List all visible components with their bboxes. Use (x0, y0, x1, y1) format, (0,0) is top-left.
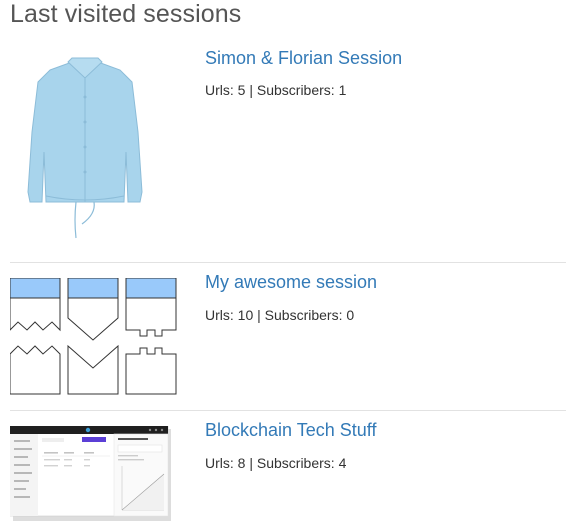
urls-count: Urls: 5 (205, 82, 246, 98)
session-title-link[interactable]: Simon & Florian Session (205, 48, 402, 69)
jacket-image (27, 57, 143, 239)
session-thumbnail[interactable] (9, 277, 180, 398)
dashboard-screenshot-image (9, 425, 171, 521)
session-thumbnail[interactable] (10, 52, 160, 242)
session-thumbnail[interactable] (9, 425, 172, 522)
session-stats: Urls: 5 | Subscribers: 1 (205, 82, 346, 98)
subscribers-count: Subscribers: 0 (264, 307, 355, 323)
urls-count: Urls: 10 (205, 307, 254, 323)
session-stats: Urls: 8 | Subscribers: 4 (205, 455, 346, 471)
session-title-link[interactable]: Blockchain Tech Stuff (205, 420, 376, 441)
page-title: Last visited sessions (10, 0, 242, 28)
subscribers-count: Subscribers: 4 (256, 455, 347, 471)
stats-separator: | (249, 82, 253, 98)
divider (10, 262, 566, 263)
session-item[interactable]: Simon & Florian Session Urls: 5 | Subscr… (0, 44, 566, 254)
shapes-diagram-image (9, 277, 177, 395)
subscribers-count: Subscribers: 1 (256, 82, 347, 98)
stats-separator: | (249, 455, 253, 471)
stats-separator: | (257, 307, 261, 323)
urls-count: Urls: 8 (205, 455, 246, 471)
session-item[interactable]: My awesome session Urls: 10 | Subscriber… (0, 268, 566, 403)
session-title-link[interactable]: My awesome session (205, 272, 377, 293)
session-item[interactable]: Blockchain Tech Stuff Urls: 8 | Subscrib… (0, 416, 566, 526)
session-stats: Urls: 10 | Subscribers: 0 (205, 307, 354, 323)
divider (10, 410, 566, 411)
